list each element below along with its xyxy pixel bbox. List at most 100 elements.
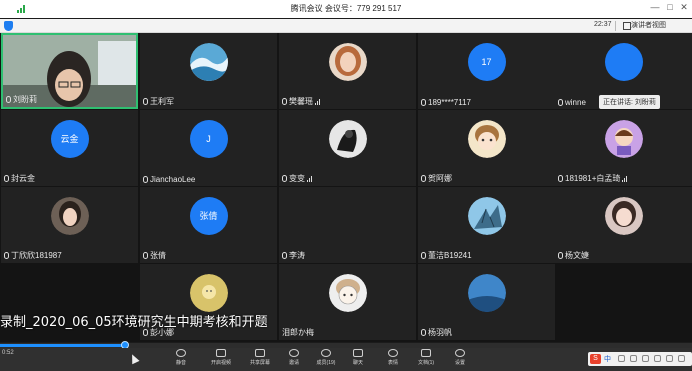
- keyboard-icon[interactable]: [654, 355, 661, 362]
- participant-tile[interactable]: J JianchaoLee: [140, 110, 277, 186]
- ime-mode[interactable]: 中: [604, 354, 611, 364]
- mic-icon: [176, 349, 186, 357]
- divider: [615, 21, 616, 31]
- meeting-clock: 22:37: [594, 21, 612, 28]
- participant-tile[interactable]: 刘盼莉: [1, 33, 138, 109]
- close-button[interactable]: ✕: [677, 2, 691, 13]
- mic-icon: [282, 252, 287, 259]
- progress-fill: [0, 344, 125, 347]
- mic-icon: [421, 252, 426, 259]
- participant-tile[interactable]: 181981+白孟琦: [555, 110, 692, 186]
- mic-icon: [143, 252, 148, 259]
- signal-icon: [307, 175, 314, 182]
- toolbox-icon[interactable]: [678, 355, 685, 362]
- participant-tile[interactable]: 丁欣欣181987: [1, 187, 138, 263]
- participant-name: 泪郎か梅: [282, 328, 314, 337]
- speaking-indicator: 正在讲话: 刘盼莉: [599, 95, 660, 109]
- avatar: [604, 196, 643, 235]
- avatar: [328, 273, 367, 312]
- shield-icon[interactable]: [4, 21, 13, 31]
- participant-name: 董洁B19241: [428, 251, 472, 260]
- participant-tile[interactable]: 李涛: [279, 187, 416, 263]
- participant-tile[interactable]: 杨文婕: [555, 187, 692, 263]
- avatar: [467, 196, 506, 235]
- invite-icon: [289, 349, 299, 357]
- documents-button[interactable]: 文档(1): [408, 349, 444, 371]
- avatar: [189, 273, 228, 312]
- mic-icon: [421, 175, 426, 182]
- skin-icon[interactable]: [666, 355, 673, 362]
- document-icon: [421, 349, 431, 357]
- sogou-logo: S: [590, 354, 601, 364]
- emoji-button[interactable]: 表情: [375, 349, 411, 371]
- participant-name: 樊馨瑶: [289, 97, 313, 106]
- participant-tile[interactable]: 云金 封云金: [1, 110, 138, 186]
- mic-icon: [558, 99, 563, 106]
- maximize-button[interactable]: □: [663, 2, 677, 12]
- participant-tile[interactable]: 变变: [279, 110, 416, 186]
- avatar: 云金: [50, 119, 89, 158]
- minimize-button[interactable]: —: [648, 2, 662, 12]
- participant-tile[interactable]: 贺阿娜: [418, 110, 555, 186]
- participant-name: winne: [565, 98, 586, 107]
- participant-name: 丁欣欣181987: [11, 251, 62, 260]
- invite-button[interactable]: 邀请: [276, 349, 312, 371]
- avatar: [189, 42, 228, 81]
- participant-name: 贺阿娜: [428, 174, 452, 183]
- meeting-status-bar: 22:37 演讲者视图: [0, 19, 692, 33]
- participant-grid: 刘盼莉 王利军 樊馨瑶 17 189****7117 winne 云金 封云金 …: [0, 33, 692, 342]
- participant-name: 李涛: [289, 251, 305, 260]
- mic-icon: [143, 98, 148, 105]
- participant-tile[interactable]: 泪郎か梅: [279, 264, 416, 340]
- participant-name: 181981+白孟琦: [565, 174, 621, 183]
- settings-button[interactable]: 设置: [442, 349, 478, 371]
- emoji-icon: [388, 349, 398, 357]
- avatar: [604, 42, 643, 81]
- punctuation-icon[interactable]: [618, 355, 625, 362]
- participant-tile[interactable]: 樊馨瑶: [279, 33, 416, 109]
- avatar: [467, 119, 506, 158]
- avatar: J: [189, 119, 228, 158]
- participant-tile[interactable]: 董洁B19241: [418, 187, 555, 263]
- screen-share-icon: [255, 349, 265, 357]
- mic-icon: [282, 175, 287, 182]
- title-bar: 腾讯会议 会议号：779 291 517 — □ ✕: [0, 0, 692, 18]
- mute-button[interactable]: 静音: [163, 349, 199, 371]
- participant-name: 王利军: [150, 97, 174, 106]
- chat-icon: [353, 349, 363, 357]
- mic-icon: [4, 175, 9, 182]
- voice-icon[interactable]: [642, 355, 649, 362]
- mic-icon: [558, 252, 563, 259]
- participant-tile[interactable]: 王利军: [140, 33, 277, 109]
- participant-name: 张倩: [150, 251, 166, 260]
- participant-tile[interactable]: 张倩 张倩: [140, 187, 277, 263]
- avatar: [50, 196, 89, 235]
- participant-tile[interactable]: 杨羽帆: [418, 264, 555, 340]
- avatar: 张倩: [189, 196, 228, 235]
- participant-name: 杨羽帆: [428, 328, 452, 337]
- participant-name: 189****7117: [428, 98, 472, 107]
- members-button[interactable]: 成员(19): [308, 349, 344, 371]
- participant-name: 封云金: [11, 174, 35, 183]
- window-title: 腾讯会议 会议号：779 291 517: [290, 4, 402, 13]
- participant-name: 变变: [289, 174, 305, 183]
- signal-icon: [622, 175, 629, 182]
- avatar: 17: [467, 42, 506, 81]
- participant-name: 杨文婕: [565, 251, 589, 260]
- input-method-bar[interactable]: S 中: [588, 352, 692, 366]
- speaker-view-button[interactable]: 演讲者视图: [622, 20, 666, 31]
- mic-icon: [421, 329, 426, 336]
- start-video-button[interactable]: 开启视频: [203, 349, 239, 371]
- avatar: [328, 119, 367, 158]
- participant-name: 刘盼莉: [13, 95, 37, 104]
- participant-tile[interactable]: 17 189****7117: [418, 33, 555, 109]
- signal-icon: [315, 98, 322, 105]
- mic-icon: [143, 329, 148, 336]
- camera-icon: [216, 349, 226, 357]
- chat-button[interactable]: 聊天: [340, 349, 376, 371]
- mic-icon: [282, 98, 287, 105]
- share-screen-button[interactable]: 共享屏幕: [242, 349, 278, 371]
- emoji-icon[interactable]: [630, 355, 637, 362]
- mic-icon: [421, 99, 426, 106]
- mic-icon: [558, 175, 563, 182]
